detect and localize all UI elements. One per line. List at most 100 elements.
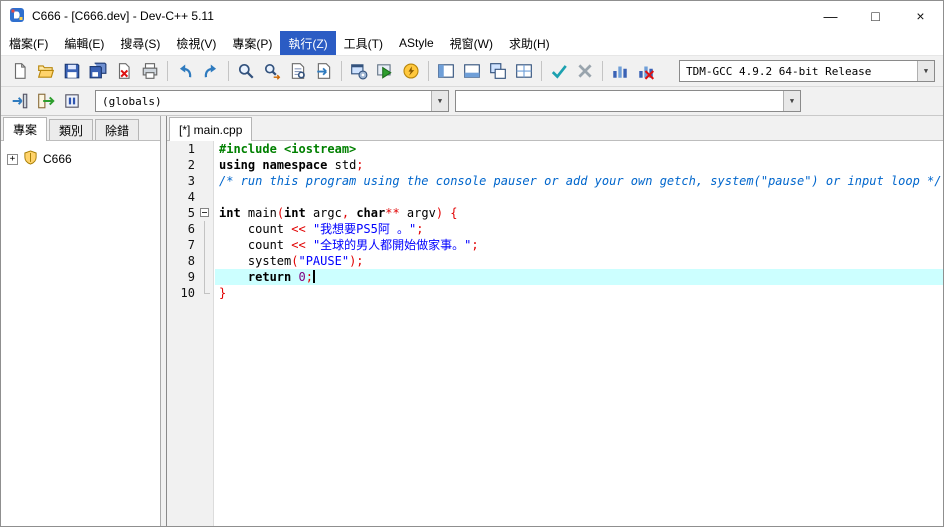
line-number: 3 [187, 174, 195, 188]
code-editor[interactable]: 1 #include <iostream> 2 using namespace std… [167, 141, 943, 526]
delete-profile-button[interactable] [633, 59, 659, 84]
members-select[interactable]: ▼ [455, 90, 801, 112]
view-project-button[interactable] [433, 59, 459, 84]
print-button[interactable] [137, 59, 163, 84]
code-line: 2 using namespace std; [167, 157, 943, 173]
open-icon [37, 62, 55, 80]
code-line-text[interactable]: return 0; [215, 269, 943, 285]
menu-search[interactable]: 搜尋(S) [112, 31, 168, 55]
run-button[interactable] [372, 59, 398, 84]
new-source-button[interactable] [7, 59, 33, 84]
redo-icon [202, 62, 220, 80]
find-button[interactable] [233, 59, 259, 84]
menu-tools[interactable]: 工具(T) [336, 31, 391, 55]
fold-margin[interactable] [197, 205, 215, 221]
view-floating-button[interactable] [485, 59, 511, 84]
find-icon [237, 62, 255, 80]
save-button[interactable] [59, 59, 85, 84]
code-line-text[interactable] [215, 189, 943, 205]
compile-run-button[interactable] [398, 59, 424, 84]
code-line: 8 system("PAUSE"); [167, 253, 943, 269]
sidebar-tab-debug[interactable]: 除錯 [95, 119, 140, 140]
line-number: 4 [187, 190, 195, 204]
specials-toolbar: (globals) ▼ ▼ [1, 87, 943, 116]
chevron-down-icon[interactable]: ▼ [431, 91, 448, 111]
compile-button[interactable] [346, 59, 372, 84]
open-button[interactable] [33, 59, 59, 84]
code-line-text[interactable]: int main(int argc, char** argv) { [215, 205, 943, 221]
fold-collapse-icon[interactable] [200, 208, 209, 217]
code-line: 4 [167, 189, 943, 205]
line-number: 6 [187, 222, 195, 236]
goto-line-button[interactable] [311, 59, 337, 84]
fold-margin [197, 157, 215, 173]
code-line-text[interactable]: #include <iostream> [215, 141, 943, 157]
redo-button[interactable] [198, 59, 224, 84]
save-icon [63, 62, 81, 80]
globals-select[interactable]: (globals) ▼ [95, 90, 449, 112]
find-next-button[interactable] [285, 59, 311, 84]
fold-margin [197, 221, 215, 237]
editor-tab-label: [*] main.cpp [179, 122, 243, 137]
compiler-select[interactable]: TDM-GCC 4.9.2 64-bit Release ▼ [679, 60, 935, 82]
insert-button[interactable] [7, 89, 33, 114]
toolbar-separator [228, 61, 229, 81]
code-line-text[interactable]: count << "我想要PS5阿 。"; [215, 221, 943, 237]
editor-tab-main-cpp[interactable]: [*] main.cpp [169, 117, 253, 141]
toolbar-separator [428, 61, 429, 81]
profile-icon [611, 62, 629, 80]
save-all-button[interactable] [85, 59, 111, 84]
goto-bookmark-icon [63, 92, 81, 110]
menu-window[interactable]: 視窗(W) [442, 31, 501, 55]
fold-margin [197, 189, 215, 205]
view-fullscreen-button[interactable] [511, 59, 537, 84]
code-rows: 1 #include <iostream> 2 using namespace std… [167, 141, 943, 301]
menu-astyle[interactable]: AStyle [391, 31, 442, 55]
menu-edit[interactable]: 編輯(E) [56, 31, 112, 55]
undo-button[interactable] [172, 59, 198, 84]
save-all-icon [89, 62, 107, 80]
menu-view[interactable]: 檢視(V) [168, 31, 224, 55]
sidebar-tab-project[interactable]: 專案 [3, 117, 48, 141]
code-line-text[interactable]: count << "全球的男人都開始做家事。"; [215, 237, 943, 253]
menu-bar: 檔案(F) 編輯(E) 搜尋(S) 檢視(V) 專案(P) 執行(Z) 工具(T) AStyl… [1, 31, 943, 56]
view-fullscreen-icon [515, 62, 533, 80]
delete-profile-icon [637, 62, 655, 80]
title-bar: C666 - [C666.dev] - Dev-C++ 5.11 — □ × [1, 1, 943, 31]
code-line-text[interactable]: system("PAUSE"); [215, 253, 943, 269]
goto-line-icon [315, 62, 333, 80]
toggle-bookmark-button[interactable] [33, 89, 59, 114]
chevron-down-icon[interactable]: ▼ [917, 61, 934, 81]
menu-help[interactable]: 求助(H) [501, 31, 558, 55]
syntax-check-button[interactable] [546, 59, 572, 84]
code-line-text[interactable]: } [215, 285, 943, 301]
code-line-text[interactable]: /* run this program using the console pa… [215, 173, 943, 189]
tree-item-project[interactable]: + C666 [7, 150, 154, 168]
print-icon [141, 62, 159, 80]
replace-icon [263, 62, 281, 80]
maximize-button[interactable]: □ [853, 1, 898, 31]
view-report-button[interactable] [459, 59, 485, 84]
app-icon [9, 7, 25, 26]
replace-button[interactable] [259, 59, 285, 84]
line-number: 1 [187, 142, 195, 156]
goto-bookmark-button[interactable] [59, 89, 85, 114]
profile-button[interactable] [607, 59, 633, 84]
chevron-down-icon[interactable]: ▼ [783, 91, 800, 111]
compiler-select-value: TDM-GCC 4.9.2 64-bit Release [686, 64, 872, 78]
main-toolbar-groups [7, 56, 659, 86]
minimize-button[interactable]: — [808, 1, 853, 31]
menu-execute[interactable]: 執行(Z) [280, 31, 336, 55]
abort-button[interactable] [572, 59, 598, 84]
editor-area: [*] main.cpp 1 #include <iostream> 2 using … [166, 116, 943, 526]
project-icon [23, 150, 38, 168]
menu-project[interactable]: 專案(P) [224, 31, 280, 55]
expand-icon[interactable]: + [7, 153, 18, 165]
close-button[interactable]: × [898, 1, 943, 31]
sidebar-tab-classes[interactable]: 類別 [49, 119, 94, 140]
menu-file[interactable]: 檔案(F) [1, 31, 56, 55]
close-file-button[interactable] [111, 59, 137, 84]
toolbar-separator [541, 61, 542, 81]
line-number: 5 [187, 206, 195, 220]
code-line-text[interactable]: using namespace std; [215, 157, 943, 173]
